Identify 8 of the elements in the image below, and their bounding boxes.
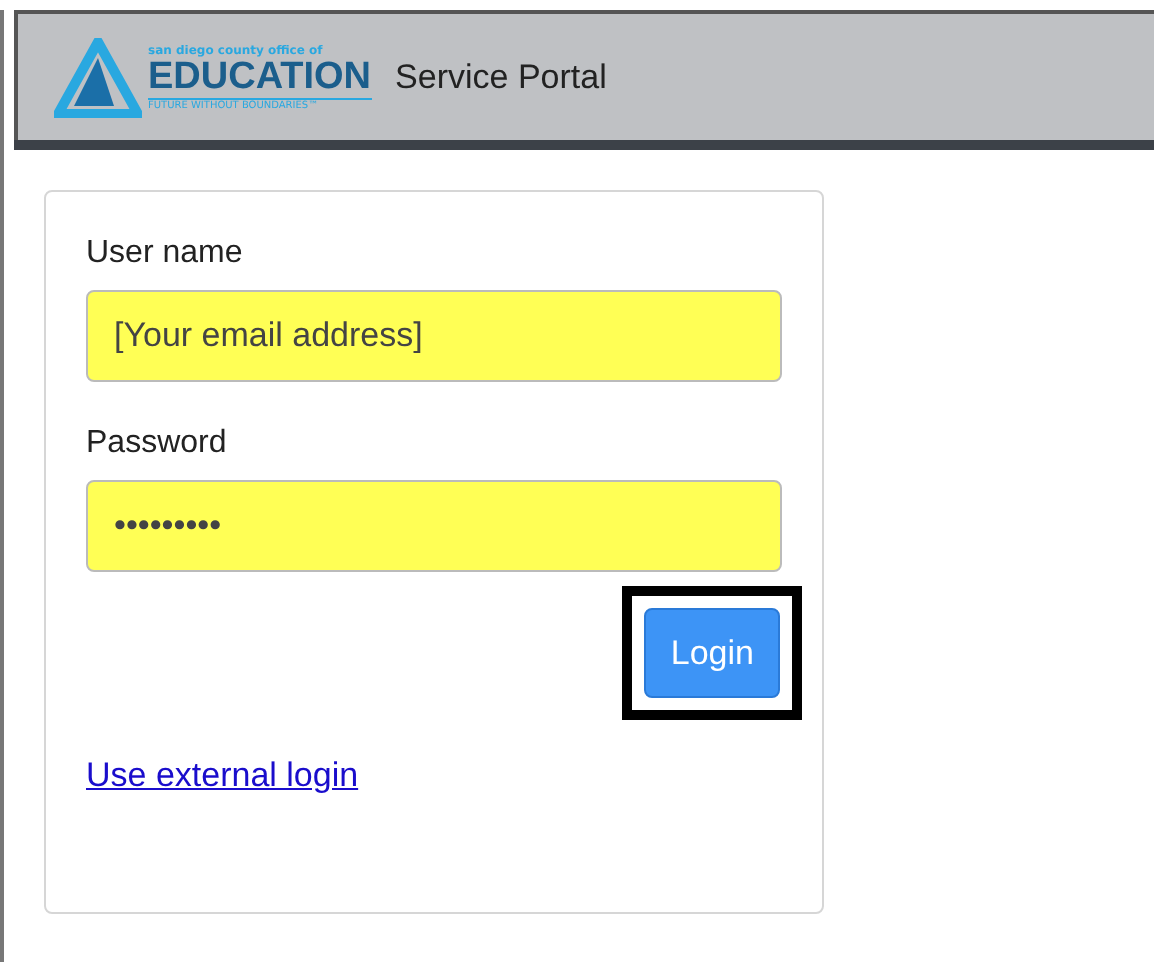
input-field[interactable]: ••••••••• [86, 480, 782, 572]
external-login-link[interactable]: Use external login [86, 756, 359, 796]
field-label: Password [86, 426, 229, 462]
portal-title: Service Portal [395, 57, 607, 97]
triangle-logo-icon [54, 37, 142, 117]
logo-name: EDUCATION [148, 57, 372, 97]
field-label: User name [86, 236, 245, 272]
input-field[interactable]: [Your email address] [86, 290, 782, 382]
